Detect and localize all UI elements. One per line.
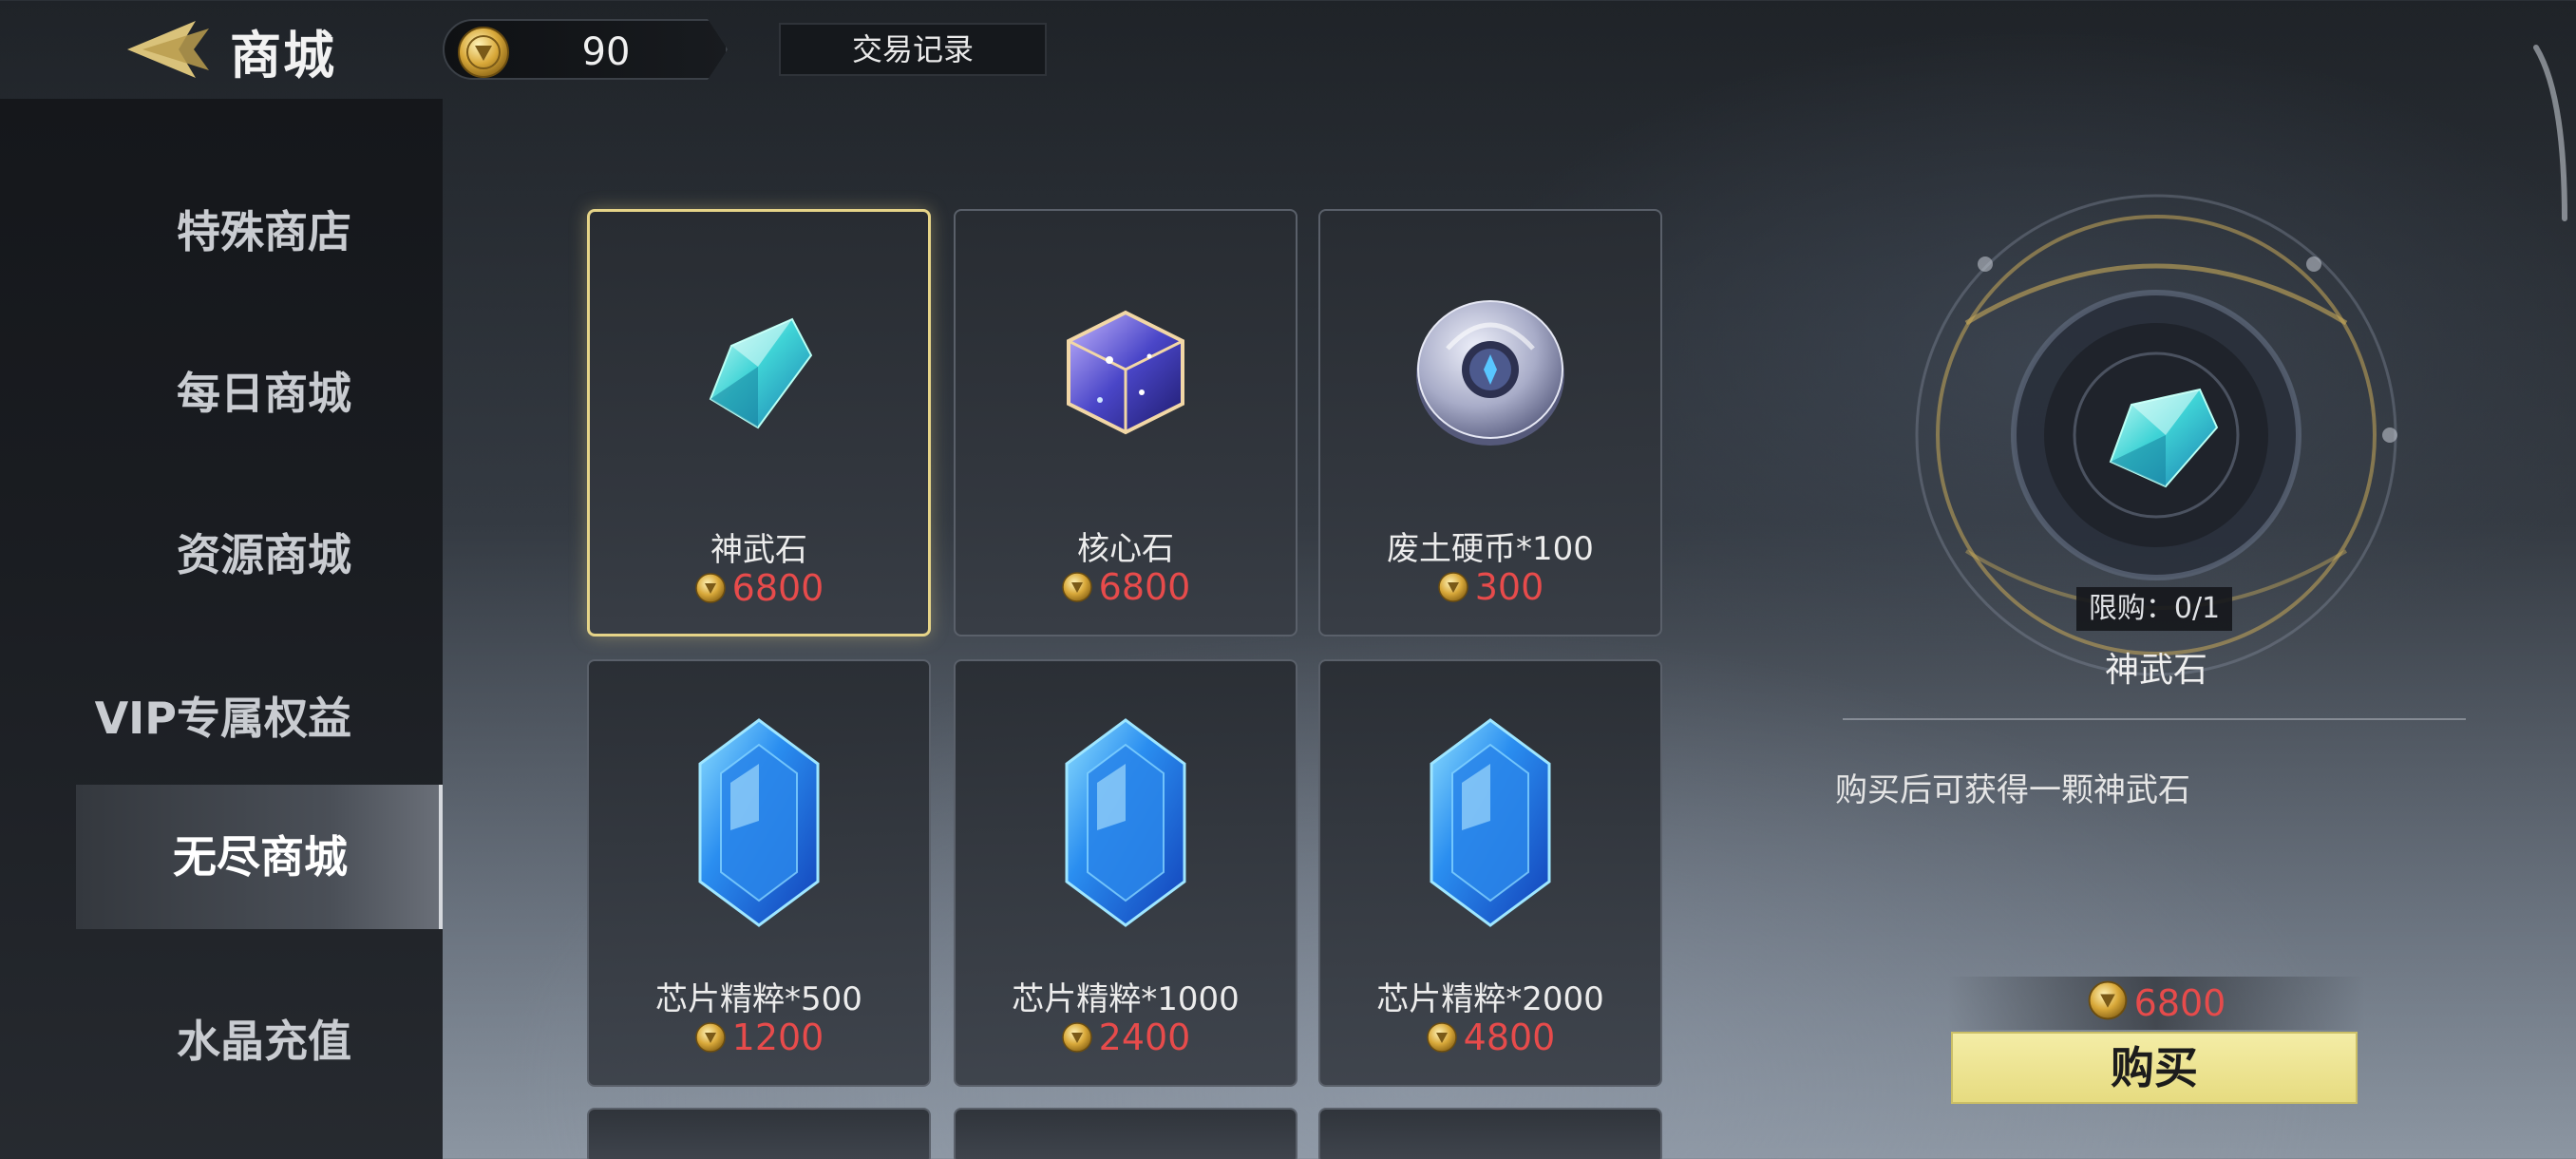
selected-item-name: 神武石 (2104, 651, 2207, 690)
currency-display: 90 (443, 19, 728, 80)
gold-coin-icon (694, 1020, 727, 1062)
item-price-value: 6800 (731, 567, 824, 609)
item-price: 2400 (956, 1016, 1296, 1062)
category-sidebar: 特殊商店 每日商城 资源商城 VIP专属权益 无尽商城 水晶充值 (0, 99, 443, 1159)
item-name: 废土硬币*100 (1387, 530, 1594, 568)
item-description: 购买后可获得一颗神武石 (1835, 771, 2190, 809)
item-price-value: 1200 (731, 1016, 824, 1058)
item-name: 核心石 (1077, 530, 1174, 568)
sidebar-item-daily-shop[interactable]: 每日商城 (76, 321, 443, 466)
item-price-value: 4800 (1463, 1016, 1556, 1058)
sidebar-item-vip-benefits[interactable]: VIP专属权益 (76, 646, 443, 790)
page-title: 商城 (230, 26, 336, 86)
gold-coin-icon (694, 571, 727, 613)
blue-gem-icon (589, 661, 929, 984)
silver-coin-icon (1320, 211, 1660, 534)
gold-coin-icon (2087, 979, 2129, 1036)
sidebar-item-endless-shop[interactable]: 无尽商城 (76, 785, 443, 929)
currency-amount: 90 (581, 30, 631, 74)
item-price-value: 6800 (1098, 566, 1191, 608)
core-cube-icon (956, 211, 1296, 534)
item-price: 6800 (590, 567, 928, 613)
transaction-history-button[interactable]: 交易记录 (779, 23, 1047, 76)
blue-gem-icon (956, 661, 1296, 984)
item-name: 神武石 (710, 531, 807, 569)
sidebar-item-crystal-topup[interactable]: 水晶充值 (76, 969, 443, 1113)
item-price-value: 300 (1474, 566, 1544, 608)
buy-button[interactable]: 购买 (1951, 1032, 2358, 1104)
cyan-crystal-icon (590, 212, 928, 535)
selected-item-price: 6800 (1947, 977, 2365, 1030)
back-button[interactable] (122, 15, 217, 84)
selected-item-price-value: 6800 (2133, 982, 2226, 1024)
item-price: 6800 (956, 566, 1296, 612)
item-price: 4800 (1320, 1016, 1660, 1062)
blue-gem-icon (1320, 661, 1660, 984)
shop-item-card[interactable]: 核心石 6800 (954, 209, 1297, 636)
gold-coin-icon (1061, 570, 1093, 612)
shop-item-card[interactable] (587, 1108, 931, 1159)
shop-item-card[interactable] (954, 1108, 1297, 1159)
gold-coin-icon (456, 25, 511, 80)
top-bar: 商城 90 交易记录 (0, 0, 2576, 221)
item-price: 1200 (589, 1016, 929, 1062)
divider (1843, 718, 2466, 720)
shop-item-card[interactable]: 神武石 6800 (587, 209, 931, 636)
shop-item-card[interactable]: 芯片精粹*1000 2400 (954, 659, 1297, 1087)
back-arrow-icon (127, 21, 209, 78)
gold-coin-icon (1437, 570, 1469, 612)
shop-item-card[interactable]: 芯片精粹*500 1200 (587, 659, 931, 1087)
item-name: 芯片精粹*1000 (1012, 980, 1240, 1018)
purchase-limit-badge: 限购：0/1 (2076, 587, 2232, 631)
item-price-value: 2400 (1098, 1016, 1191, 1058)
item-price: 300 (1320, 566, 1660, 612)
gold-coin-icon (1061, 1020, 1093, 1062)
sidebar-item-special-shop[interactable]: 特殊商店 (76, 160, 443, 304)
item-name: 芯片精粹*2000 (1376, 980, 1604, 1018)
item-name: 芯片精粹*500 (655, 980, 862, 1018)
sidebar-item-resource-shop[interactable]: 资源商城 (76, 483, 443, 627)
gold-coin-icon (1426, 1020, 1458, 1062)
shop-item-card[interactable]: 废土硬币*100 300 (1318, 209, 1662, 636)
shop-item-card[interactable]: 芯片精粹*2000 4800 (1318, 659, 1662, 1087)
scroll-indicator[interactable] (2527, 38, 2576, 228)
shop-item-card[interactable] (1318, 1108, 1662, 1159)
